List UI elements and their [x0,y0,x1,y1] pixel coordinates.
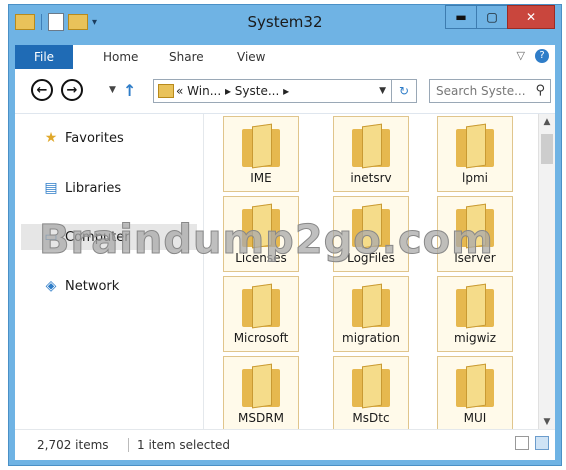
refresh-icon[interactable]: ↻ [391,80,416,102]
expand-ribbon-icon[interactable]: ▽ [517,49,525,63]
folder-name: lpmi [462,171,488,185]
library-icon: ▤ [44,180,58,196]
folder-icon [242,363,280,409]
watermark: Braindump2go.com [39,217,494,264]
scroll-up-icon[interactable]: ▲ [539,114,555,130]
folder-tile[interactable]: MsDtc [333,356,409,432]
folder-name: IME [250,171,272,185]
nav-item-network[interactable]: ◈ Network [43,278,120,294]
breadcrumb[interactable]: « Win... ▸ Syste... ▸ [176,84,289,98]
navigation-pane: ★ Favorites ▤ Libraries ▭ Computer ◈ Net… [15,114,204,430]
folder-icon [456,123,494,169]
folder-tile[interactable]: MSDRM [223,356,299,432]
forward-icon[interactable]: → [61,79,83,101]
address-dropdown-icon[interactable]: ▼ [379,86,386,96]
navigation-bar: ← → ▼ ↑ « Win... ▸ Syste... ▸ ▼ ↻ Search… [15,69,555,113]
search-placeholder: Search Syste... [436,84,526,98]
nav-item-libraries[interactable]: ▤ Libraries [43,180,121,196]
folder-name: MSDRM [238,411,284,425]
explorer-window: ▾ System32 ▬ ▢ ✕ File Home Share View ▽ … [8,4,562,466]
folder-tile[interactable]: MUI [437,356,513,432]
folder-name: inetsrv [350,171,392,185]
folder-tile[interactable]: migwiz [437,276,513,352]
recent-locations-icon[interactable]: ▼ [109,85,116,95]
item-count: 2,702 items [37,438,109,452]
nav-item-label: Libraries [65,180,122,196]
window-controls: ▬ ▢ ✕ [445,5,555,29]
folder-name: Microsoft [233,331,289,345]
folder-icon [456,363,494,409]
tab-home[interactable]: Home [103,45,138,69]
selection-count: 1 item selected [137,438,231,452]
folder-name: migration [342,331,400,345]
status-bar: 2,702 items 1 item selected [15,429,555,460]
maximize-button[interactable]: ▢ [476,5,508,29]
status-divider [128,438,129,452]
nav-item-label: Network [65,278,120,294]
large-icons-view-icon[interactable] [535,436,549,450]
ribbon-right-controls: ▽ ? [517,49,549,63]
ribbon-tabs: File Home Share View ▽ ? [15,45,555,69]
folder-name: MUI [463,411,487,425]
network-icon: ◈ [45,278,57,294]
folder-tile[interactable]: Microsoft [223,276,299,352]
address-bar[interactable]: « Win... ▸ Syste... ▸ ▼ ↻ [153,79,417,103]
nav-item-favorites[interactable]: ★ Favorites [43,130,124,146]
folder-icon [456,283,494,329]
scroll-thumb[interactable] [541,134,553,164]
view-switcher [515,436,549,450]
up-icon[interactable]: ↑ [123,81,136,100]
minimize-button[interactable]: ▬ [445,5,477,29]
title-bar: ▾ System32 ▬ ▢ ✕ [9,5,561,41]
tab-view[interactable]: View [237,45,265,69]
back-icon[interactable]: ← [31,79,53,101]
folder-icon [352,363,390,409]
folder-name: MsDtc [352,411,390,425]
help-icon[interactable]: ? [535,49,549,63]
tab-share[interactable]: Share [169,45,204,69]
scroll-down-icon[interactable]: ▼ [539,414,555,430]
details-view-icon[interactable] [515,436,529,450]
folder-tile[interactable]: migration [333,276,409,352]
folder-icon [242,283,280,329]
folder-icon [242,123,280,169]
nav-item-label: Favorites [65,130,124,146]
search-input[interactable]: Search Syste... ⚲ [429,79,551,103]
folder-tile[interactable]: inetsrv [333,116,409,192]
folder-icon [352,283,390,329]
folder-icon [158,84,174,98]
folder-icon [352,123,390,169]
folder-name: migwiz [453,331,497,345]
vertical-scrollbar[interactable]: ▲ ▼ [538,114,555,430]
tab-file[interactable]: File [15,45,73,69]
close-button[interactable]: ✕ [507,5,555,29]
folder-tile[interactable]: IME [223,116,299,192]
folder-tile[interactable]: lpmi [437,116,513,192]
star-icon: ★ [44,130,58,146]
search-icon[interactable]: ⚲ [535,83,545,98]
content-area: ★ Favorites ▤ Libraries ▭ Computer ◈ Net… [15,113,555,432]
